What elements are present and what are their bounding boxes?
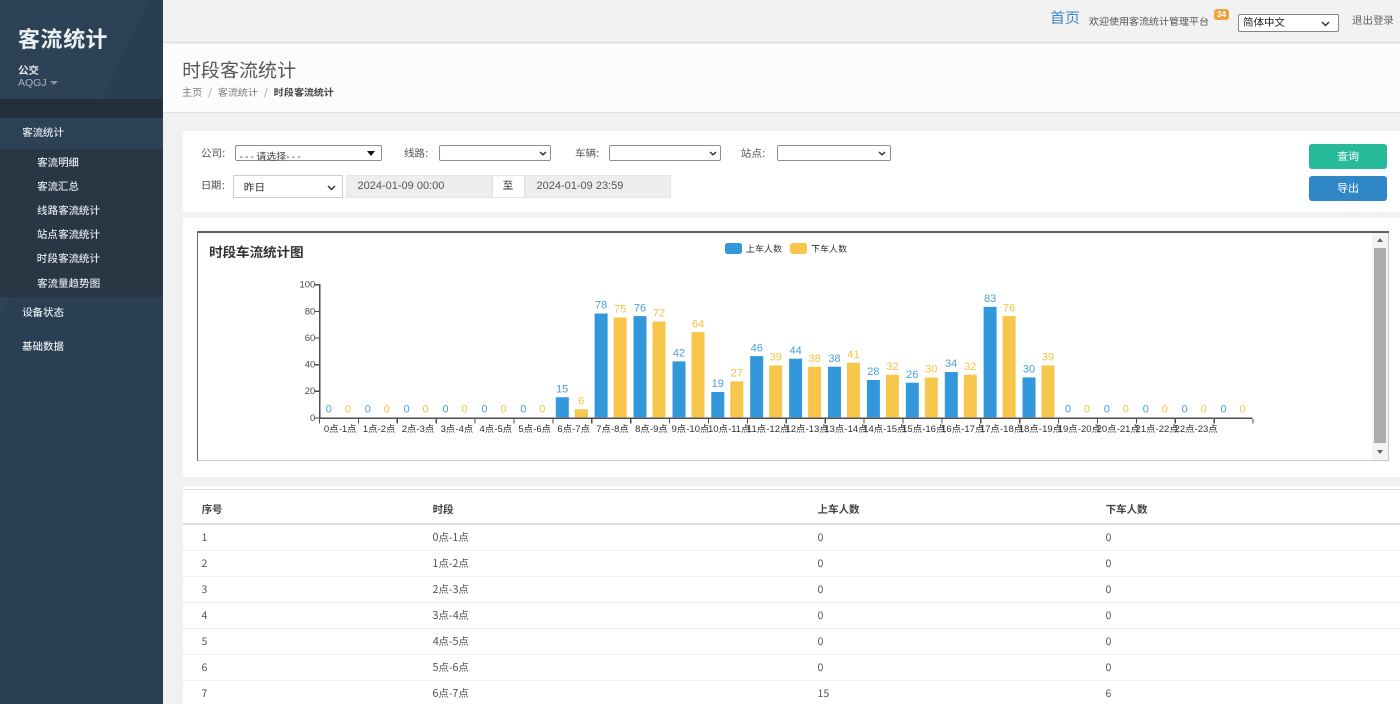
svg-text:30: 30 [1023, 364, 1035, 376]
svg-text:14点-15点: 14点-15点 [863, 424, 906, 435]
svg-text:11点-12点: 11点-12点 [747, 424, 790, 435]
svg-text:0: 0 [1182, 404, 1188, 416]
svg-text:20: 20 [305, 386, 316, 397]
svg-text:3点-4点: 3点-4点 [441, 424, 474, 435]
svg-text:8点-9点: 8点-9点 [635, 424, 668, 435]
svg-text:6点-7点: 6点-7点 [557, 424, 590, 435]
svg-text:21点-22点: 21点-22点 [1136, 424, 1179, 435]
svg-text:0: 0 [384, 404, 390, 416]
svg-text:7点-8点: 7点-8点 [596, 424, 629, 435]
svg-text:0: 0 [461, 404, 467, 416]
svg-text:30: 30 [925, 364, 937, 376]
svg-text:75: 75 [614, 304, 626, 316]
svg-text:15点-16点: 15点-16点 [902, 424, 945, 435]
svg-text:38: 38 [828, 353, 840, 365]
svg-text:2点-3点: 2点-3点 [402, 424, 435, 435]
svg-text:0点-1点: 0点-1点 [324, 424, 357, 435]
svg-text:0: 0 [500, 404, 506, 416]
svg-text:0: 0 [481, 404, 487, 416]
svg-text:5点-6点: 5点-6点 [518, 424, 551, 435]
svg-text:32: 32 [964, 361, 976, 373]
svg-text:39: 39 [770, 352, 782, 364]
svg-text:6: 6 [578, 396, 584, 408]
svg-text:76: 76 [1003, 302, 1015, 314]
svg-text:0: 0 [404, 404, 410, 416]
svg-text:1点-2点: 1点-2点 [363, 424, 396, 435]
svg-text:0: 0 [1239, 404, 1245, 416]
svg-text:0: 0 [442, 404, 448, 416]
svg-text:26: 26 [906, 369, 918, 381]
svg-text:41: 41 [847, 349, 859, 361]
svg-text:44: 44 [789, 345, 801, 357]
svg-text:10点-11点: 10点-11点 [708, 424, 751, 435]
svg-text:80: 80 [305, 306, 316, 317]
svg-text:32: 32 [886, 361, 898, 373]
svg-text:22点-23点: 22点-23点 [1175, 424, 1218, 435]
svg-text:38: 38 [808, 353, 820, 365]
svg-text:9点-10点: 9点-10点 [671, 424, 709, 435]
svg-text:0: 0 [1084, 404, 1090, 416]
svg-text:60: 60 [305, 333, 316, 344]
svg-text:0: 0 [539, 404, 545, 416]
svg-text:0: 0 [1220, 404, 1226, 416]
svg-text:17点-18点: 17点-18点 [980, 424, 1023, 435]
svg-text:12点-13点: 12点-13点 [785, 424, 828, 435]
svg-text:19: 19 [712, 378, 724, 390]
svg-text:78: 78 [595, 300, 607, 312]
svg-text:40: 40 [305, 360, 316, 371]
svg-text:0: 0 [423, 404, 429, 416]
svg-text:13点-14点: 13点-14点 [824, 424, 867, 435]
svg-text:19点-20点: 19点-20点 [1058, 424, 1101, 435]
svg-text:0: 0 [310, 413, 315, 424]
svg-text:42: 42 [673, 348, 685, 360]
svg-text:0: 0 [345, 404, 351, 416]
svg-text:83: 83 [984, 293, 996, 305]
svg-text:0: 0 [1143, 404, 1149, 416]
svg-text:0: 0 [1201, 404, 1207, 416]
svg-text:4点-5点: 4点-5点 [480, 424, 513, 435]
svg-text:15: 15 [556, 384, 568, 396]
svg-text:0: 0 [365, 404, 371, 416]
svg-text:72: 72 [653, 308, 665, 320]
svg-text:0: 0 [1123, 404, 1129, 416]
svg-text:28: 28 [867, 366, 879, 378]
svg-text:18点-19点: 18点-19点 [1019, 424, 1062, 435]
svg-text:39: 39 [1042, 352, 1054, 364]
svg-text:16点-17点: 16点-17点 [941, 424, 984, 435]
svg-text:64: 64 [692, 318, 704, 330]
svg-text:27: 27 [731, 368, 743, 380]
svg-text:0: 0 [1104, 404, 1110, 416]
svg-text:100: 100 [299, 280, 315, 291]
svg-text:46: 46 [751, 342, 763, 354]
svg-text:0: 0 [1162, 404, 1168, 416]
svg-text:0: 0 [326, 404, 332, 416]
svg-text:76: 76 [634, 302, 646, 314]
svg-text:0: 0 [1065, 404, 1071, 416]
svg-text:34: 34 [945, 358, 957, 370]
svg-text:20点-21点: 20点-21点 [1097, 424, 1140, 435]
svg-text:0: 0 [520, 404, 526, 416]
